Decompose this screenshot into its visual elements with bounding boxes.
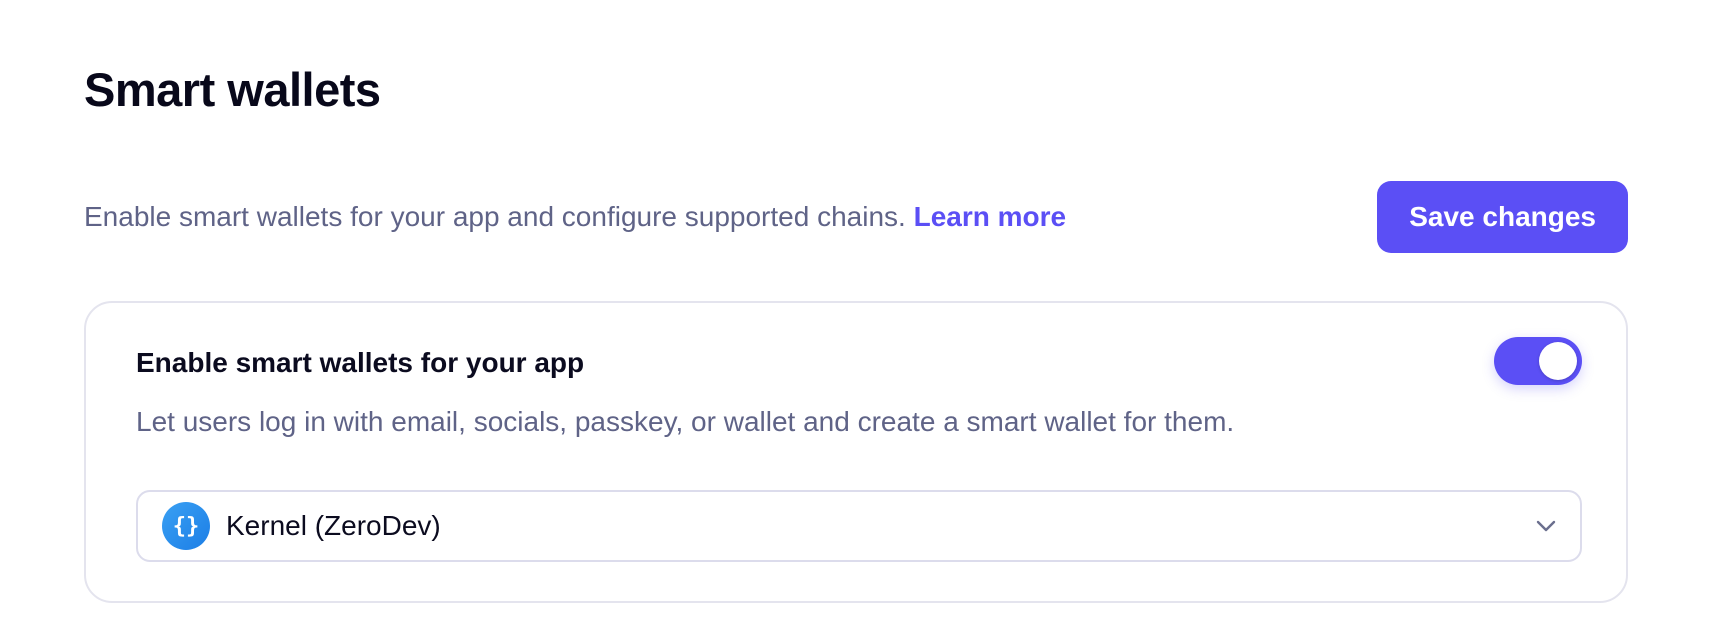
description-text: Enable smart wallets for your app and co…: [84, 201, 914, 233]
smart-wallets-card: Enable smart wallets for your app Let us…: [84, 301, 1628, 603]
chevron-down-icon: [1534, 514, 1558, 538]
card-title: Enable smart wallets for your app: [136, 347, 585, 378]
page-title: Smart wallets: [84, 63, 381, 116]
provider-select[interactable]: {} Kernel (ZeroDev): [136, 490, 1582, 562]
provider-select-value: Kernel (ZeroDev): [226, 510, 441, 541]
card-subtitle: Let users log in with email, socials, pa…: [136, 406, 1235, 437]
kernel-zerodev-logo-icon: {}: [162, 502, 210, 550]
learn-more-link[interactable]: Learn more: [914, 201, 1067, 232]
toggle-knob: [1539, 342, 1577, 380]
enable-smart-wallets-toggle[interactable]: [1494, 337, 1582, 385]
header-row: Enable smart wallets for your app and co…: [84, 181, 1628, 253]
save-changes-button[interactable]: Save changes: [1377, 181, 1628, 253]
smart-wallets-page: Smart wallets Enable smart wallets for y…: [0, 0, 1712, 644]
page-description: Enable smart wallets for your app and co…: [84, 200, 1066, 234]
